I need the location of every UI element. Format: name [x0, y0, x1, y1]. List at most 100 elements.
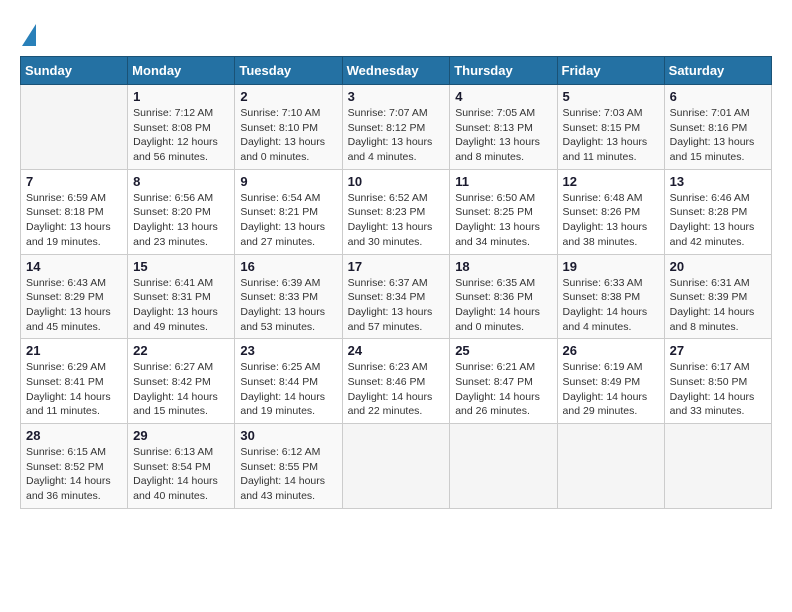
calendar-cell: 10 Sunrise: 6:52 AMSunset: 8:23 PMDayligh…: [342, 169, 450, 254]
day-info: Sunrise: 6:56 AMSunset: 8:20 PMDaylight:…: [133, 191, 229, 250]
header-wednesday: Wednesday: [342, 57, 450, 85]
day-number: 5: [563, 89, 659, 104]
day-number: 8: [133, 174, 229, 189]
day-number: 24: [348, 343, 445, 358]
calendar-cell: 24 Sunrise: 6:23 AMSunset: 8:46 PMDayligh…: [342, 339, 450, 424]
calendar-cell: [342, 424, 450, 509]
day-info: Sunrise: 6:39 AMSunset: 8:33 PMDaylight:…: [240, 276, 336, 335]
calendar-cell: 3 Sunrise: 7:07 AMSunset: 8:12 PMDaylight…: [342, 85, 450, 170]
day-number: 9: [240, 174, 336, 189]
day-info: Sunrise: 6:15 AMSunset: 8:52 PMDaylight:…: [26, 445, 122, 504]
calendar-cell: 9 Sunrise: 6:54 AMSunset: 8:21 PMDaylight…: [235, 169, 342, 254]
calendar-cell: 1 Sunrise: 7:12 AMSunset: 8:08 PMDaylight…: [128, 85, 235, 170]
day-number: 27: [670, 343, 766, 358]
calendar-cell: 20Sunrise: 6:31 AMSunset: 8:39 PMDayligh…: [664, 254, 771, 339]
day-info: Sunrise: 6:17 AMSunset: 8:50 PMDaylight:…: [670, 360, 766, 419]
day-number: 21: [26, 343, 122, 358]
header-friday: Friday: [557, 57, 664, 85]
calendar-cell: 16 Sunrise: 6:39 AMSunset: 8:33 PMDayligh…: [235, 254, 342, 339]
day-info: Sunrise: 7:10 AMSunset: 8:10 PMDaylight:…: [240, 106, 336, 165]
header-saturday: Saturday: [664, 57, 771, 85]
day-info: Sunrise: 7:12 AMSunset: 8:08 PMDaylight:…: [133, 106, 229, 165]
day-number: 29: [133, 428, 229, 443]
calendar-cell: 28Sunrise: 6:15 AMSunset: 8:52 PMDayligh…: [21, 424, 128, 509]
day-number: 1: [133, 89, 229, 104]
calendar-cell: 14 Sunrise: 6:43 AMSunset: 8:29 PMDayligh…: [21, 254, 128, 339]
header-monday: Monday: [128, 57, 235, 85]
day-info: Sunrise: 6:27 AMSunset: 8:42 PMDaylight:…: [133, 360, 229, 419]
day-number: 14: [26, 259, 122, 274]
calendar-cell: 18Sunrise: 6:35 AMSunset: 8:36 PMDayligh…: [450, 254, 557, 339]
day-info: Sunrise: 6:29 AMSunset: 8:41 PMDaylight:…: [26, 360, 122, 419]
day-number: 7: [26, 174, 122, 189]
header-sunday: Sunday: [21, 57, 128, 85]
day-info: Sunrise: 6:54 AMSunset: 8:21 PMDaylight:…: [240, 191, 336, 250]
calendar-cell: 11 Sunrise: 6:50 AMSunset: 8:25 PMDayligh…: [450, 169, 557, 254]
day-info: Sunrise: 6:52 AMSunset: 8:23 PMDaylight:…: [348, 191, 445, 250]
day-info: Sunrise: 7:03 AMSunset: 8:15 PMDaylight:…: [563, 106, 659, 165]
calendar-cell: 4 Sunrise: 7:05 AMSunset: 8:13 PMDaylight…: [450, 85, 557, 170]
day-info: Sunrise: 7:01 AMSunset: 8:16 PMDaylight:…: [670, 106, 766, 165]
day-info: Sunrise: 6:43 AMSunset: 8:29 PMDaylight:…: [26, 276, 122, 335]
calendar-cell: 13 Sunrise: 6:46 AMSunset: 8:28 PMDayligh…: [664, 169, 771, 254]
header-thursday: Thursday: [450, 57, 557, 85]
day-number: 26: [563, 343, 659, 358]
calendar-cell: 27 Sunrise: 6:17 AMSunset: 8:50 PMDayligh…: [664, 339, 771, 424]
day-info: Sunrise: 6:31 AMSunset: 8:39 PMDaylight:…: [670, 276, 766, 335]
calendar-cell: 15 Sunrise: 6:41 AMSunset: 8:31 PMDayligh…: [128, 254, 235, 339]
day-number: 6: [670, 89, 766, 104]
day-number: 10: [348, 174, 445, 189]
calendar-cell: 8 Sunrise: 6:56 AMSunset: 8:20 PMDaylight…: [128, 169, 235, 254]
calendar-cell: [21, 85, 128, 170]
day-info: Sunrise: 6:46 AMSunset: 8:28 PMDaylight:…: [670, 191, 766, 250]
day-number: 4: [455, 89, 551, 104]
day-number: 11: [455, 174, 551, 189]
day-info: Sunrise: 6:12 AMSunset: 8:55 PMDaylight:…: [240, 445, 336, 504]
page-header: [20, 20, 772, 46]
day-info: Sunrise: 6:25 AMSunset: 8:44 PMDaylight:…: [240, 360, 336, 419]
calendar-week-row: 7 Sunrise: 6:59 AMSunset: 8:18 PMDaylight…: [21, 169, 772, 254]
day-number: 23: [240, 343, 336, 358]
logo: [20, 20, 36, 46]
calendar-cell: 23 Sunrise: 6:25 AMSunset: 8:44 PMDayligh…: [235, 339, 342, 424]
day-info: Sunrise: 6:19 AMSunset: 8:49 PMDaylight:…: [563, 360, 659, 419]
header-tuesday: Tuesday: [235, 57, 342, 85]
day-info: Sunrise: 6:48 AMSunset: 8:26 PMDaylight:…: [563, 191, 659, 250]
calendar-cell: 12 Sunrise: 6:48 AMSunset: 8:26 PMDayligh…: [557, 169, 664, 254]
calendar-cell: 19Sunrise: 6:33 AMSunset: 8:38 PMDayligh…: [557, 254, 664, 339]
day-info: Sunrise: 6:23 AMSunset: 8:46 PMDaylight:…: [348, 360, 445, 419]
calendar-cell: 29 Sunrise: 6:13 AMSunset: 8:54 PMDayligh…: [128, 424, 235, 509]
calendar-cell: [450, 424, 557, 509]
day-number: 17: [348, 259, 445, 274]
calendar-cell: 21 Sunrise: 6:29 AMSunset: 8:41 PMDayligh…: [21, 339, 128, 424]
calendar-cell: 30 Sunrise: 6:12 AMSunset: 8:55 PMDayligh…: [235, 424, 342, 509]
calendar-cell: [664, 424, 771, 509]
calendar-cell: 6 Sunrise: 7:01 AMSunset: 8:16 PMDaylight…: [664, 85, 771, 170]
day-info: Sunrise: 6:59 AMSunset: 8:18 PMDaylight:…: [26, 191, 122, 250]
day-info: Sunrise: 7:05 AMSunset: 8:13 PMDaylight:…: [455, 106, 551, 165]
day-number: 25: [455, 343, 551, 358]
calendar-week-row: 28Sunrise: 6:15 AMSunset: 8:52 PMDayligh…: [21, 424, 772, 509]
logo-arrow-icon: [22, 24, 36, 46]
calendar-cell: 17Sunrise: 6:37 AMSunset: 8:34 PMDayligh…: [342, 254, 450, 339]
day-number: 22: [133, 343, 229, 358]
calendar-cell: 26 Sunrise: 6:19 AMSunset: 8:49 PMDayligh…: [557, 339, 664, 424]
day-info: Sunrise: 6:21 AMSunset: 8:47 PMDaylight:…: [455, 360, 551, 419]
calendar-cell: [557, 424, 664, 509]
day-info: Sunrise: 6:33 AMSunset: 8:38 PMDaylight:…: [563, 276, 659, 335]
calendar-week-row: 1 Sunrise: 7:12 AMSunset: 8:08 PMDaylight…: [21, 85, 772, 170]
day-info: Sunrise: 6:13 AMSunset: 8:54 PMDaylight:…: [133, 445, 229, 504]
calendar-header-row: SundayMondayTuesdayWednesdayThursdayFrid…: [21, 57, 772, 85]
day-number: 3: [348, 89, 445, 104]
day-number: 13: [670, 174, 766, 189]
day-info: Sunrise: 6:35 AMSunset: 8:36 PMDaylight:…: [455, 276, 551, 335]
calendar-cell: 5 Sunrise: 7:03 AMSunset: 8:15 PMDaylight…: [557, 85, 664, 170]
day-number: 12: [563, 174, 659, 189]
day-info: Sunrise: 6:41 AMSunset: 8:31 PMDaylight:…: [133, 276, 229, 335]
day-number: 30: [240, 428, 336, 443]
day-info: Sunrise: 6:50 AMSunset: 8:25 PMDaylight:…: [455, 191, 551, 250]
day-number: 16: [240, 259, 336, 274]
calendar-cell: 22 Sunrise: 6:27 AMSunset: 8:42 PMDayligh…: [128, 339, 235, 424]
day-info: Sunrise: 7:07 AMSunset: 8:12 PMDaylight:…: [348, 106, 445, 165]
day-number: 15: [133, 259, 229, 274]
